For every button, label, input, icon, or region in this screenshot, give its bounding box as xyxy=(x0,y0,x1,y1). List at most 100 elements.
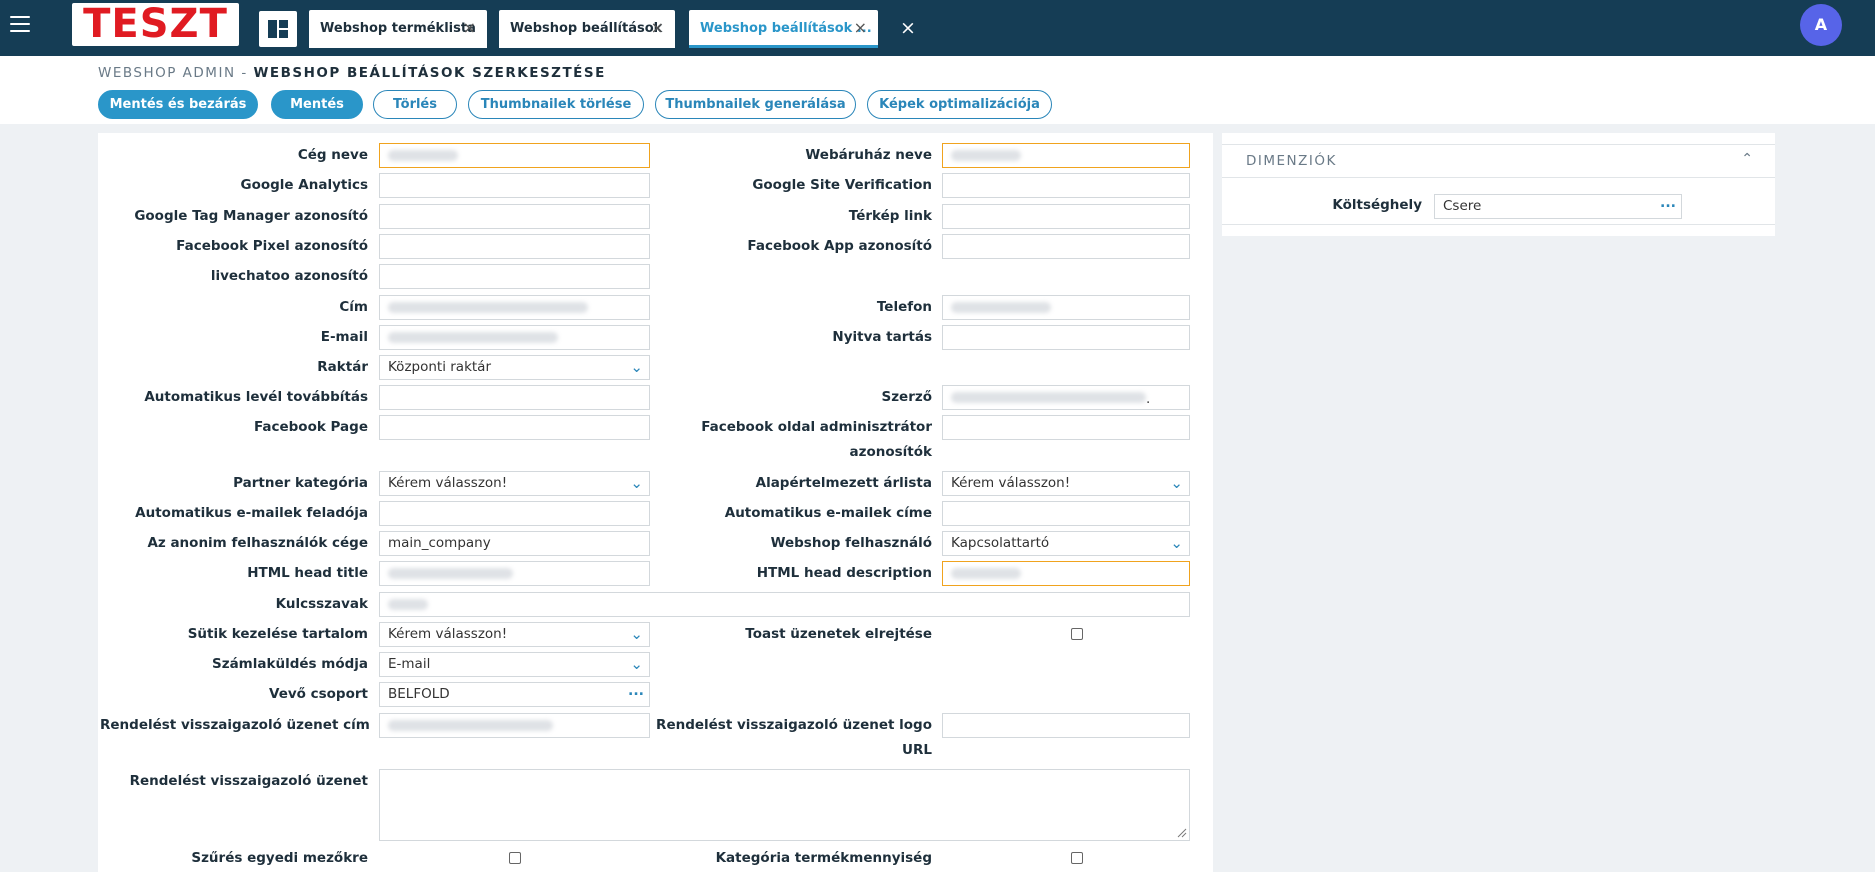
email-input[interactable] xyxy=(379,325,650,350)
facebook-pixel-input[interactable] xyxy=(379,234,650,259)
save-button[interactable]: Mentés xyxy=(271,90,363,119)
tab-webshop-settings[interactable]: Webshop beállítások × xyxy=(499,10,675,48)
html-head-title-input[interactable] xyxy=(379,561,650,586)
warehouse-label: Raktár xyxy=(317,359,368,375)
chevron-down-icon: ⌄ xyxy=(1170,534,1183,552)
divider xyxy=(1222,224,1775,225)
phone-label: Telefon xyxy=(876,299,932,315)
customer-group-label: Vevő csoport xyxy=(268,686,368,702)
html-head-description-input[interactable] xyxy=(942,561,1190,586)
tab-webshop-product-list[interactable]: Webshop terméklista × xyxy=(309,10,487,48)
facebook-admins-label: Facebook oldal adminisztrátor azonosítók xyxy=(640,415,932,465)
chevron-down-icon: ⌄ xyxy=(630,655,643,673)
facebook-page-input[interactable] xyxy=(379,415,650,440)
user-avatar[interactable]: A xyxy=(1800,4,1842,46)
dashboard-button[interactable] xyxy=(259,11,297,47)
delete-thumbnails-button[interactable]: Thumbnailek törlése xyxy=(468,90,644,119)
app-logo[interactable]: TESZT xyxy=(72,3,239,46)
chevron-down-icon: ⌄ xyxy=(630,358,643,376)
custom-field-filter-label: Szűrés egyedi mezőkre xyxy=(191,850,368,866)
cost-center-value: Csere xyxy=(1443,198,1482,214)
breadcrumb: WEBSHOP ADMIN - WEBSHOP BEÁLLÍTÁSOK SZER… xyxy=(98,65,606,81)
cost-center-lookup[interactable]: Csere ... xyxy=(1434,194,1682,219)
author-input[interactable]: . xyxy=(942,385,1190,410)
dimensions-panel: DIMENZIÓK ⌃ xyxy=(1222,133,1775,236)
customer-group-lookup[interactable]: BELFOLD ... xyxy=(379,682,650,707)
auto-forward-input[interactable] xyxy=(379,385,650,410)
order-confirm-logo-input[interactable] xyxy=(942,713,1190,738)
livechatoo-input[interactable] xyxy=(379,264,650,289)
invoice-method-label: Számlaküldés módja xyxy=(211,656,368,672)
company-name-input[interactable] xyxy=(379,143,650,168)
order-confirm-title-input[interactable] xyxy=(379,713,650,738)
partner-category-select[interactable]: Kérem válasszon! ⌄ xyxy=(379,471,650,496)
invoice-method-value: E-mail xyxy=(388,656,431,672)
map-link-label: Térkép link xyxy=(848,208,932,224)
breadcrumb-parent[interactable]: WEBSHOP ADMIN - xyxy=(98,65,248,81)
more-options-icon[interactable]: ... xyxy=(1660,195,1676,215)
delete-button[interactable]: Törlés xyxy=(373,90,457,119)
order-confirm-message-textarea[interactable] xyxy=(379,769,1190,841)
tab-label: Webshop beállítások ... xyxy=(700,21,872,36)
close-icon[interactable]: × xyxy=(854,19,867,37)
google-analytics-input[interactable] xyxy=(379,173,650,198)
category-quantity-checkbox[interactable] xyxy=(1071,852,1083,864)
dimensions-header[interactable]: DIMENZIÓK ⌃ xyxy=(1222,144,1775,178)
warehouse-select[interactable]: Központi raktár ⌄ xyxy=(379,355,650,380)
close-icon[interactable]: × xyxy=(463,19,476,37)
gtm-id-input[interactable] xyxy=(379,204,650,229)
address-input[interactable] xyxy=(379,295,650,320)
gtm-id-label: Google Tag Manager azonosító xyxy=(134,208,368,224)
auto-email-sender-input[interactable] xyxy=(379,501,650,526)
more-options-icon[interactable]: ... xyxy=(628,683,644,703)
chevron-up-icon[interactable]: ⌃ xyxy=(1741,151,1753,167)
cookie-content-label: Sütik kezelése tartalom xyxy=(187,626,368,642)
tab-webshop-settings-edit[interactable]: Webshop beállítások ... × xyxy=(689,10,878,48)
keywords-label: Kulcsszavak xyxy=(275,596,368,612)
google-site-verification-input[interactable] xyxy=(942,173,1190,198)
close-icon[interactable]: × xyxy=(651,19,664,37)
author-label: Szerző xyxy=(881,389,932,405)
hide-toast-checkbox[interactable] xyxy=(1071,628,1083,640)
webshop-user-select[interactable]: Kapcsolattartó ⌄ xyxy=(942,531,1190,556)
anon-company-input[interactable]: main_company xyxy=(379,531,650,556)
auto-forward-label: Automatikus levél továbbítás xyxy=(144,389,368,405)
order-confirm-title-label: Rendelést visszaigazoló üzenet cím xyxy=(100,717,370,733)
custom-field-filter-checkbox[interactable] xyxy=(509,852,521,864)
keywords-input[interactable] xyxy=(379,592,1190,617)
generate-thumbnails-button[interactable]: Thumbnailek generálása xyxy=(655,90,856,119)
default-pricelist-select[interactable]: Kérem válasszon! ⌄ xyxy=(942,471,1190,496)
save-and-close-button[interactable]: Mentés és bezárás xyxy=(98,90,258,119)
resize-handle-icon[interactable] xyxy=(1177,828,1187,838)
dimensions-title: DIMENZIÓK xyxy=(1246,153,1337,169)
invoice-method-select[interactable]: E-mail ⌄ xyxy=(379,652,650,677)
anon-company-label: Az anonim felhasználók cége xyxy=(147,535,368,551)
opening-hours-input[interactable] xyxy=(942,325,1190,350)
facebook-app-input[interactable] xyxy=(942,234,1190,259)
opening-hours-label: Nyitva tartás xyxy=(832,329,932,345)
close-all-tabs-icon[interactable]: × xyxy=(900,17,916,39)
auto-email-address-input[interactable] xyxy=(942,501,1190,526)
facebook-admins-label-line2: azonosítók xyxy=(849,444,933,460)
warehouse-value: Központi raktár xyxy=(388,359,492,375)
optimize-images-button[interactable]: Képek optimalizációja xyxy=(867,90,1052,119)
tab-label: Webshop beállítások xyxy=(510,21,663,36)
google-site-verification-label: Google Site Verification xyxy=(752,177,932,193)
map-link-input[interactable] xyxy=(942,204,1190,229)
address-label: Cím xyxy=(339,299,368,315)
hamburger-menu-icon[interactable] xyxy=(10,16,30,32)
cost-center-label: Költséghely xyxy=(1332,197,1422,213)
shop-name-input[interactable] xyxy=(942,143,1190,168)
auto-email-sender-label: Automatikus e-mailek feladója xyxy=(135,505,368,521)
customer-group-value: BELFOLD xyxy=(388,686,450,702)
facebook-admins-input[interactable] xyxy=(942,415,1190,440)
cookie-content-select[interactable]: Kérem válasszon! ⌄ xyxy=(379,622,650,647)
hide-toast-label: Toast üzenetek elrejtése xyxy=(745,626,932,642)
email-label: E-mail xyxy=(320,329,368,345)
phone-input[interactable] xyxy=(942,295,1190,320)
order-confirm-logo-label-line1: Rendelést visszaigazoló üzenet logo xyxy=(656,717,932,733)
livechatoo-label: livechatoo azonosító xyxy=(210,268,368,284)
page-title: WEBSHOP BEÁLLÍTÁSOK SZERKESZTÉSE xyxy=(253,65,606,81)
partner-category-label: Partner kategória xyxy=(233,475,368,491)
logo-text: TESZT xyxy=(83,3,228,46)
